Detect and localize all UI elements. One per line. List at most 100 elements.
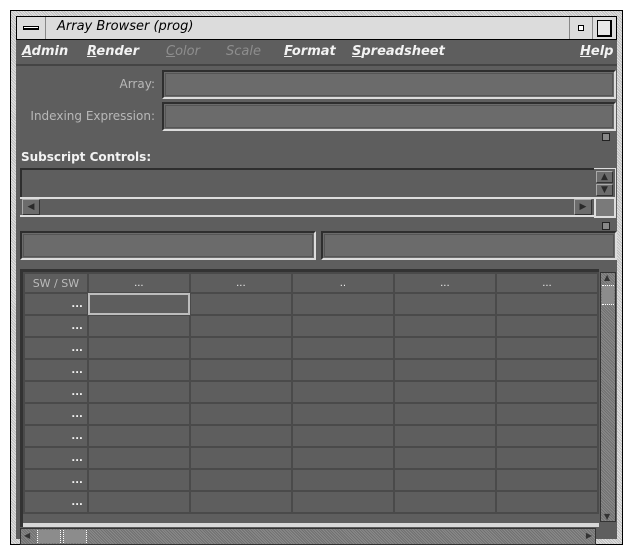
row-header[interactable]: ...	[23, 336, 89, 360]
grid-cell[interactable]	[188, 314, 293, 338]
grid-cell[interactable]	[392, 336, 497, 360]
row-header[interactable]: ...	[23, 468, 89, 492]
grid-cell[interactable]	[494, 292, 599, 316]
row-header[interactable]: ...	[23, 446, 89, 470]
grid-cell[interactable]	[290, 292, 395, 316]
grid-cell[interactable]	[86, 314, 191, 338]
scroll-right-button[interactable]: ▶	[574, 199, 592, 215]
grid-cell[interactable]	[290, 380, 395, 404]
right-status-field[interactable]	[321, 231, 617, 260]
grid-cell[interactable]	[290, 336, 395, 360]
spin-down-button[interactable]: ▼	[596, 184, 613, 196]
menu-help[interactable]: Help	[580, 44, 613, 59]
window-menu-button[interactable]	[17, 17, 46, 39]
header-row: SW / SW ... ... .. ... ...	[23, 272, 599, 294]
spin-up-button[interactable]: ▲	[596, 171, 613, 183]
grid-cell[interactable]	[86, 490, 191, 514]
pane-sash-handle-2[interactable]	[602, 222, 610, 230]
grid-cell[interactable]	[290, 358, 395, 382]
grid-cell[interactable]	[188, 446, 293, 470]
row-header[interactable]: ...	[23, 358, 89, 382]
menu-spreadsheet[interactable]: Spreadsheet	[352, 44, 445, 59]
grid-cell[interactable]	[86, 380, 191, 404]
grid-cell[interactable]	[290, 468, 395, 492]
scroll-left-button[interactable]: ◀	[22, 199, 40, 215]
menu-color[interactable]: Color	[166, 44, 200, 59]
grid-cell[interactable]	[392, 424, 497, 448]
grid-cell[interactable]	[494, 358, 599, 382]
column-header[interactable]: ...	[188, 272, 293, 294]
window-title: Array Browser (prog)	[57, 19, 194, 34]
scroll-up-icon[interactable]: ▲	[604, 273, 610, 282]
grid-cell[interactable]	[86, 358, 191, 382]
grid-cell[interactable]	[392, 358, 497, 382]
grid-cell[interactable]	[494, 424, 599, 448]
grid-cell[interactable]	[494, 446, 599, 470]
subscript-horizontal-scrollbar[interactable]: ◀ ▶	[20, 197, 594, 217]
grid-cell[interactable]	[392, 446, 497, 470]
grid-cell[interactable]	[392, 314, 497, 338]
array-input[interactable]	[162, 70, 616, 99]
grid-cell[interactable]	[86, 468, 191, 492]
menu-label: Scale	[226, 44, 261, 59]
grid-cell[interactable]	[494, 490, 599, 514]
menu-scale[interactable]: Scale	[226, 44, 261, 59]
left-status-field[interactable]	[20, 231, 316, 260]
menu-format[interactable]: Format	[284, 44, 336, 59]
row-header[interactable]: ...	[23, 424, 89, 448]
horizontal-scroll-thumb[interactable]	[37, 530, 61, 543]
grid-cell[interactable]	[494, 314, 599, 338]
row-header[interactable]: ...	[23, 380, 89, 404]
window-frame: Array Browser (prog) Admin Render Color …	[10, 10, 623, 545]
grid-cell[interactable]	[392, 380, 497, 404]
scroll-left-icon[interactable]: ◀	[24, 531, 30, 540]
maximize-button[interactable]	[592, 17, 616, 39]
grid-cell[interactable]	[188, 424, 293, 448]
grid-cell[interactable]	[290, 314, 395, 338]
grid-cell[interactable]	[188, 490, 293, 514]
grid-cell[interactable]	[494, 380, 599, 404]
vertical-scroll-thumb[interactable]	[602, 285, 614, 305]
grid-cell[interactable]	[188, 358, 293, 382]
minimize-button[interactable]	[569, 17, 592, 39]
grid-cell[interactable]	[290, 424, 395, 448]
grid-cell[interactable]	[392, 468, 497, 492]
grid-cell[interactable]	[494, 468, 599, 492]
row-header[interactable]: ...	[23, 402, 89, 426]
grid-vertical-scrollbar[interactable]: ▲ ▼	[600, 272, 616, 522]
grid-cell[interactable]	[392, 490, 497, 514]
grid-cell[interactable]	[290, 446, 395, 470]
grid-cell[interactable]	[290, 490, 395, 514]
grid-horizontal-scrollbar[interactable]: ◀ ▶	[20, 528, 596, 545]
grid-cell[interactable]	[86, 446, 191, 470]
column-header[interactable]: ..	[290, 272, 395, 294]
column-header[interactable]: ...	[494, 272, 599, 294]
grid-cell[interactable]	[188, 402, 293, 426]
grid-cell[interactable]	[494, 336, 599, 360]
grid-cell[interactable]	[86, 402, 191, 426]
menu-admin[interactable]: Admin	[22, 44, 68, 59]
grid-cell[interactable]	[188, 292, 293, 316]
grid-cell[interactable]	[494, 402, 599, 426]
scroll-down-icon[interactable]: ▼	[604, 512, 610, 521]
row-header[interactable]: ...	[23, 490, 89, 514]
grid-cell[interactable]	[290, 402, 395, 426]
grid-cell[interactable]	[188, 380, 293, 404]
column-header[interactable]: ...	[392, 272, 497, 294]
horizontal-scroll-thumb-2[interactable]	[63, 530, 87, 543]
grid-cell[interactable]	[86, 424, 191, 448]
scroll-right-icon[interactable]: ▶	[586, 531, 592, 540]
grid-cell-selected[interactable]	[86, 292, 191, 316]
title-bar[interactable]: Array Browser (prog)	[16, 16, 617, 40]
menu-render[interactable]: Render	[87, 44, 139, 59]
row-header[interactable]: ...	[23, 314, 89, 338]
grid-cell[interactable]	[188, 336, 293, 360]
grid-cell[interactable]	[86, 336, 191, 360]
row-header[interactable]: ...	[23, 292, 89, 316]
column-header[interactable]: ...	[86, 272, 191, 294]
pane-sash-handle[interactable]	[602, 133, 610, 141]
grid-cell[interactable]	[392, 402, 497, 426]
indexing-expression-input[interactable]	[162, 102, 616, 131]
grid-cell[interactable]	[188, 468, 293, 492]
grid-cell[interactable]	[392, 292, 497, 316]
